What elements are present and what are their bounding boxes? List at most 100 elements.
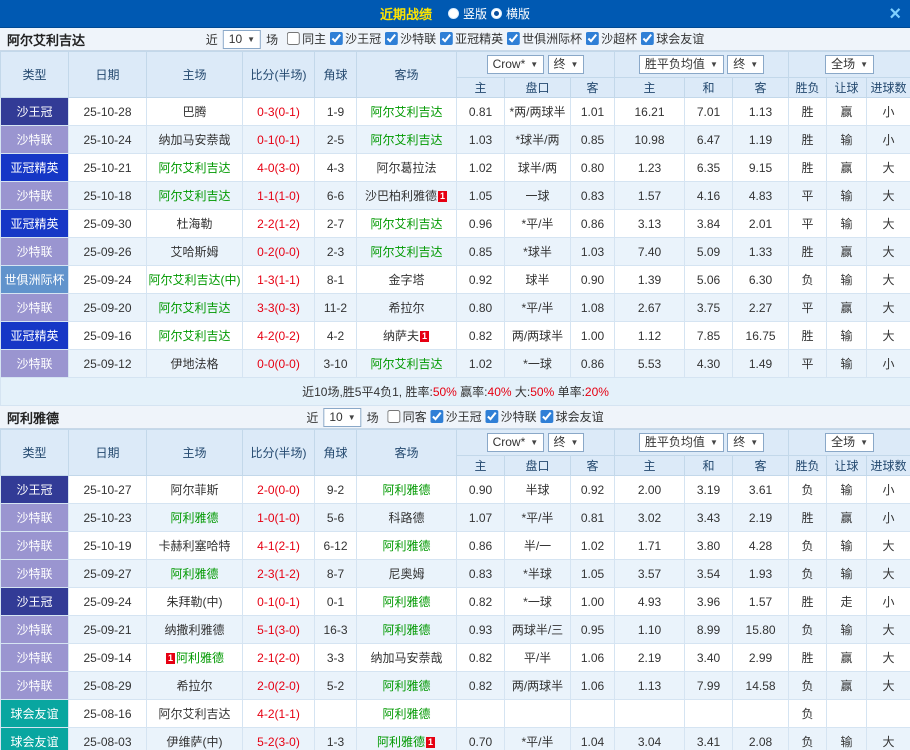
handicap-time-select[interactable]: 终 ▼: [547, 55, 585, 74]
header-score: 比分(半场): [242, 429, 315, 476]
league-type-cell: 世俱洲际杯: [0, 265, 69, 294]
result-handicap: 赢: [826, 643, 868, 672]
home-team-cell[interactable]: 朱拜勒(中): [146, 587, 243, 616]
avg-away-odds: 1.13: [732, 97, 790, 126]
home-team-cell[interactable]: 阿利雅德: [146, 503, 243, 532]
away-team-cell[interactable]: 阿利雅德: [356, 699, 457, 728]
away-team-cell[interactable]: 科路德: [356, 503, 457, 532]
bookmaker-select[interactable]: Crow* ▼: [486, 55, 545, 74]
filter-checkbox[interactable]: 沙王冠: [330, 30, 381, 47]
result-goals: 大: [866, 293, 910, 322]
home-team-cell[interactable]: 阿尔艾利吉达: [146, 699, 243, 728]
away-team-cell[interactable]: 阿利雅德: [356, 475, 457, 504]
checkbox-input[interactable]: [330, 32, 344, 45]
checkbox-input[interactable]: [540, 410, 554, 423]
filter-checkbox[interactable]: 球会友谊: [641, 30, 704, 47]
home-team-cell[interactable]: 巴腾: [146, 97, 243, 126]
avg-away-odds: 15.80: [732, 615, 790, 644]
checkbox-input[interactable]: [485, 410, 499, 423]
away-team-cell[interactable]: 金字塔: [356, 265, 457, 294]
bookmaker-select[interactable]: Crow* ▼: [486, 433, 545, 452]
away-team-cell[interactable]: 阿利雅德: [356, 587, 457, 616]
filter-checkbox[interactable]: 世俱洲际杯: [507, 30, 582, 47]
close-icon[interactable]: ×: [889, 1, 901, 27]
corner-cell: 11-2: [314, 293, 357, 322]
home-team-cell[interactable]: 伊地法格: [146, 349, 243, 378]
filter-checkbox[interactable]: 同主: [287, 30, 326, 47]
filter-checkbox[interactable]: 亚冠精英: [440, 30, 503, 47]
result-winloss: 胜: [788, 321, 828, 350]
result-handicap: 赢: [826, 97, 868, 126]
near-count-select[interactable]: 10 ▼: [222, 29, 262, 49]
away-team-cell[interactable]: 阿利雅德 1: [356, 727, 457, 750]
away-team-cell[interactable]: 阿尔艾利吉达: [356, 349, 457, 378]
away-team-cell[interactable]: 阿利雅德: [356, 671, 457, 700]
home-team-cell[interactable]: 纳撒利雅德: [146, 615, 243, 644]
home-team-cell[interactable]: 1 阿利雅德: [146, 643, 243, 672]
home-team-cell[interactable]: 阿尔艾利吉达: [146, 293, 243, 322]
home-team-cell[interactable]: 阿尔艾利吉达: [146, 181, 243, 210]
avg-away-odds: 2.01: [732, 209, 790, 238]
filter-checkbox[interactable]: 沙超杯: [586, 30, 637, 47]
scope-select[interactable]: 全场 ▼: [825, 55, 875, 74]
avg-draw-odds: 3.41: [684, 727, 734, 750]
home-team-cell[interactable]: 阿尔菲斯: [146, 475, 243, 504]
scope-header-group: 全场 ▼: [788, 429, 910, 456]
checkbox-input[interactable]: [430, 410, 444, 423]
home-team-cell[interactable]: 卡赫利塞哈特: [146, 531, 243, 560]
checkbox-input[interactable]: [641, 32, 655, 45]
avg-odds-select[interactable]: 胜平负均值 ▼: [638, 433, 724, 452]
scope-select[interactable]: 全场 ▼: [825, 433, 875, 452]
handicap-time-select[interactable]: 终 ▼: [547, 433, 585, 452]
filter-checkbox[interactable]: 沙特联: [385, 30, 436, 47]
filter-checkbox[interactable]: 球会友谊: [540, 408, 604, 425]
handicap-line: *平/半: [504, 293, 571, 322]
header-corner: 角球: [314, 429, 357, 476]
filter-checkbox[interactable]: 沙王冠: [430, 408, 482, 425]
away-team-cell[interactable]: 阿尔艾利吉达: [356, 209, 457, 238]
result-goals: 大: [866, 531, 910, 560]
avg-time-select[interactable]: 终 ▼: [727, 433, 765, 452]
home-team-cell[interactable]: 阿利雅德: [146, 559, 243, 588]
away-team-cell[interactable]: 阿尔艾利吉达: [356, 97, 457, 126]
checkbox-input[interactable]: [287, 32, 301, 45]
home-team-cell[interactable]: 阿尔艾利吉达: [146, 153, 243, 182]
away-team-cell[interactable]: 纳加马安萘哉: [356, 643, 457, 672]
avg-home-odds: 4.93: [614, 587, 686, 616]
layout-radio[interactable]: 竖版: [447, 5, 487, 22]
match-rows: 沙王冠 25-10-28 巴腾 0-3(0-1) 1-9 阿尔艾利吉达 0.81 *两/两球半…: [0, 97, 910, 378]
away-team-cell[interactable]: 尼奥姆: [356, 559, 457, 588]
away-team-cell[interactable]: 阿尔艾利吉达: [356, 125, 457, 154]
home-team-cell[interactable]: 杜海勒: [146, 209, 243, 238]
home-team-cell[interactable]: 伊维萨(中): [146, 727, 243, 750]
avg-odds-select[interactable]: 胜平负均值 ▼: [638, 55, 724, 74]
checkbox-input[interactable]: [385, 32, 399, 45]
home-team-cell[interactable]: 希拉尔: [146, 671, 243, 700]
away-team-cell[interactable]: 阿尔艾利吉达: [356, 237, 457, 266]
near-count-select[interactable]: 10 ▼: [323, 407, 362, 427]
handicap-away-odds: 1.00: [569, 587, 616, 616]
result-goals: 大: [866, 321, 910, 350]
away-team-cell[interactable]: 阿利雅德: [356, 615, 457, 644]
away-team-cell[interactable]: 沙巴柏利雅德 1: [356, 181, 457, 210]
checkbox-input[interactable]: [507, 32, 521, 45]
handicap-home-odds: 0.96: [456, 209, 505, 238]
filter-checkbox[interactable]: 同客: [387, 408, 427, 425]
filter-checkbox[interactable]: 沙特联: [485, 408, 537, 425]
home-team-cell[interactable]: 艾哈斯姆: [146, 237, 243, 266]
away-team-cell[interactable]: 阿尔葛拉法: [356, 153, 457, 182]
layout-radio[interactable]: 横版: [491, 5, 530, 22]
away-team-cell[interactable]: 阿利雅德: [356, 531, 457, 560]
checkbox-input[interactable]: [387, 410, 401, 423]
checkbox-input[interactable]: [586, 32, 600, 45]
score-cell: 2-1(2-0): [242, 643, 315, 672]
checkbox-input[interactable]: [440, 32, 454, 45]
avg-draw-odds: 4.30: [684, 349, 734, 378]
away-team-cell[interactable]: 希拉尔: [356, 293, 457, 322]
home-team-cell[interactable]: 阿尔艾利吉达(中): [146, 265, 243, 294]
home-team-cell[interactable]: 阿尔艾利吉达: [146, 321, 243, 350]
home-team-cell[interactable]: 纳加马安萘哉: [146, 125, 243, 154]
handicap-header-group: Crow* ▼ 终 ▼: [455, 51, 616, 78]
avg-time-select[interactable]: 终 ▼: [727, 55, 765, 74]
away-team-cell[interactable]: 纳萨夫 1: [356, 321, 457, 350]
